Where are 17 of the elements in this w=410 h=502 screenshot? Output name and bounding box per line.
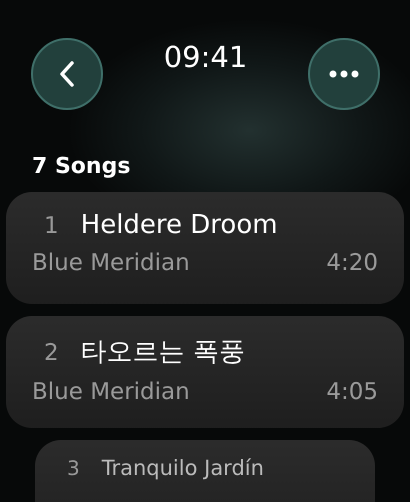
song-row[interactable]: 1 Heldere Droom Blue Meridian 4:20: [6, 192, 404, 304]
song-row[interactable]: 2 타오르는 폭풍 Blue Meridian 4:05: [6, 316, 404, 428]
clock-time: 09:41: [164, 40, 248, 74]
track-number: 2: [43, 340, 59, 366]
song-title: Heldere Droom: [80, 210, 278, 240]
track-number: 3: [66, 456, 80, 480]
chevron-left-icon: [59, 60, 75, 88]
song-row[interactable]: 3 Tranquilo Jardín: [35, 440, 375, 502]
song-duration: 4:20: [326, 250, 378, 276]
song-duration: 4:05: [326, 379, 378, 405]
section-title: 7 Songs: [31, 153, 132, 181]
track-number: 1: [43, 213, 59, 239]
song-title: 타오르는 폭풍: [80, 336, 245, 369]
song-title: Tranquilo Jardín: [102, 456, 264, 480]
more-icon: [328, 70, 359, 78]
artist-name: Blue Meridian: [32, 250, 190, 276]
artist-name: Blue Meridian: [32, 379, 190, 405]
